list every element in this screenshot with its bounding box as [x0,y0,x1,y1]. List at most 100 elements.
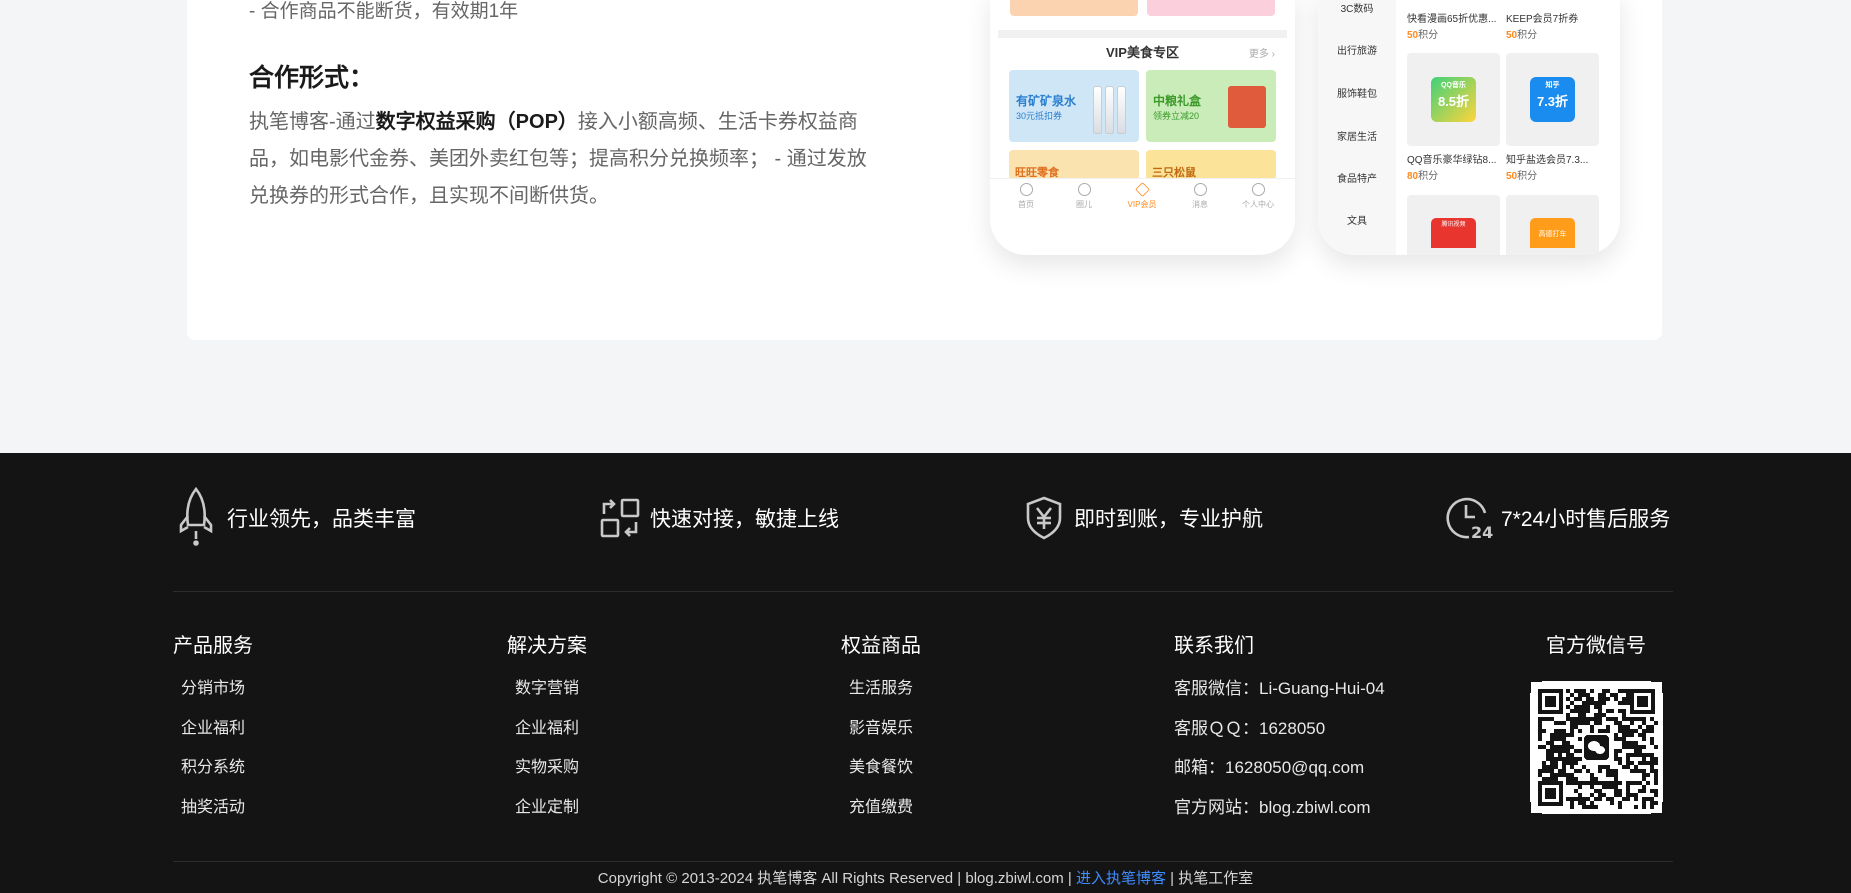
badge-label: QQ音乐 [1441,82,1466,89]
category-item[interactable]: 食品特产 [1318,170,1396,185]
footer-link[interactable]: 抽奖活动 [173,793,253,833]
contact-email[interactable]: 邮箱：1628050@qq.com [1174,753,1385,793]
column-title: 联系我们 [1174,635,1254,657]
contact-wechat: 客服微信：Li-Guang-Hui-04 [1174,679,1385,698]
footer-link[interactable]: 影音娱乐 [841,714,921,754]
tab-circle[interactable]: 圈儿 [1064,183,1104,210]
feature-item: 24 7*24小时售后服务 [1445,493,1670,543]
yuan-shield-icon [1022,494,1066,542]
category-item[interactable]: 出行旅游 [1318,42,1396,57]
footer-link[interactable]: 生活服务 [841,674,921,714]
category-item[interactable]: 文具 [1318,212,1396,227]
section-body: 执笔博客-通过数字权益采购（POP）接入小额高频、生活卡券权益商品，如电影代金券… [249,104,879,215]
feature-text: 快速对接，敏捷上线 [650,508,839,531]
promo-card-water[interactable]: 有矿矿泉水 30元抵扣券 [1009,70,1139,142]
site-footer: 行业领先，品类丰富 快速对接，敏捷上线 即时到账，专业护航 24 7*24小时售… [0,453,1851,893]
divider [998,30,1287,38]
promo-subtitle: 30元抵扣券 [1016,111,1063,121]
rocket-icon [173,485,219,551]
body-prefix: 执笔博客-通过 [249,111,376,133]
tab-home[interactable]: 首页 [1006,183,1046,210]
category-item[interactable]: 3C数码 [1318,0,1396,15]
tab-messages[interactable]: 消息 [1180,183,1220,210]
points-unit: 积分 [1517,30,1538,41]
message-icon [1193,183,1207,196]
footer-link[interactable]: 实物采购 [507,753,587,793]
promo-top-right [1147,0,1275,16]
footer-link[interactable]: 数字营销 [507,674,587,714]
goods-name: 快看漫画65折优惠... [1407,14,1497,25]
goods-card-zhihu[interactable]: 知乎 7.3折 [1506,53,1599,146]
zhihu-coupon-icon: 知乎 7.3折 [1530,77,1575,122]
promo-card-partial[interactable]: 旺旺零食 [1009,150,1139,180]
copyright: Copyright © 2013-2024 执笔博客 All Rights Re… [0,867,1851,888]
feature-item: 行业领先，品类丰富 [173,486,416,546]
footer-link[interactable]: 企业定制 [507,793,587,833]
home-icon [1019,183,1033,196]
promo-card-gift[interactable]: 中粮礼盒 领券立减20 [1146,70,1276,142]
promo-card-partial[interactable]: 三只松鼠 [1146,150,1276,180]
more-label: 更多 [1248,49,1269,60]
section-title: 合作形式： [249,64,375,92]
promo-title: 中粮礼盒 [1153,94,1202,108]
footer-link[interactable]: 企业福利 [507,714,587,754]
tab-vip[interactable]: VIP会员 [1122,182,1162,210]
svg-text:24: 24 [1471,523,1493,541]
tab-label: 个人中心 [1242,200,1274,209]
phone-mockup-mall: 3C数码 出行旅游 服饰鞋包 家居生活 食品特产 文具 快看漫画65折优惠...… [1318,0,1620,255]
sync-icon [598,496,642,540]
gift-box-image [1228,86,1266,128]
footer-link[interactable]: 企业福利 [173,714,253,754]
promo-top-left [1010,0,1138,16]
goods-points: 50积分 [1506,26,1537,41]
points-unit: 积分 [1517,171,1538,182]
category-item[interactable]: 家居生活 [1318,128,1396,143]
tab-label: 消息 [1192,200,1208,209]
profile-icon [1251,183,1265,196]
chevron-right-icon: › [1271,49,1275,60]
goods-card-partial[interactable]: 高德打车 [1506,195,1599,255]
copyright-text: Copyright © 2013-2024 执笔博客 All Rights Re… [597,870,1076,887]
goods-name: KEEP会员7折券 [1506,14,1579,25]
feature-text: 行业领先，品类丰富 [227,508,416,531]
footer-column-goods: 权益商品 生活服务 影音娱乐 美食餐饮 充值缴费 [841,629,921,832]
goods-name: QQ音乐豪华绿钻8... [1407,155,1497,166]
goods-card-partial[interactable]: 腾讯视频 [1407,195,1500,255]
goods-name: 知乎盐选会员7.3... [1506,155,1589,166]
points-value: 50 [1506,30,1518,41]
partial-goods-label: 腾讯视频 [1431,218,1476,248]
footer-link[interactable]: 分销市场 [173,674,253,714]
qq-music-coupon-icon: QQ音乐 8.5折 [1431,77,1476,122]
divider [173,861,1673,862]
column-title: 权益商品 [841,635,921,657]
feature-item: 快速对接，敏捷上线 [598,493,839,543]
contact-qq: 客服ＱＱ：1628050 [1174,718,1326,738]
enter-blog-link[interactable]: 进入执笔博客 [1076,870,1166,887]
points-unit: 积分 [1418,171,1439,182]
tab-profile[interactable]: 个人中心 [1238,183,1278,210]
footer-column-products: 产品服务 分销市场 企业福利 积分系统 抽奖活动 [173,629,253,832]
bottom-tab-bar: 首页 圈儿 VIP会员 消息 个人中心 [990,178,1295,218]
goods-points: 50积分 [1506,167,1537,182]
bottle-image [1117,86,1126,134]
feature-text: 7*24小时售后服务 [1501,508,1671,531]
contact-website[interactable]: 官方网站：blog.zbiwl.com [1174,793,1385,833]
category-item[interactable]: 服饰鞋包 [1318,85,1396,100]
promo-subtitle: 领券立减20 [1153,111,1200,121]
bottle-image [1105,86,1114,134]
footer-column-solutions: 解决方案 数字营销 企业福利 实物采购 企业定制 [507,629,587,832]
goods-points: 50积分 [1407,26,1438,41]
copyright-suffix: | 执笔工作室 [1166,870,1254,887]
badge-value: 7.3折 [1536,94,1569,109]
footer-link[interactable]: 积分系统 [173,753,253,793]
tab-label: VIP会员 [1127,200,1157,209]
points-value: 50 [1407,30,1419,41]
footer-link[interactable]: 充值缴费 [841,793,921,833]
badge-value: 8.5折 [1437,94,1470,109]
points-value: 80 [1407,171,1419,182]
footer-link[interactable]: 美食餐饮 [841,753,921,793]
circle-icon [1077,183,1091,196]
goods-card-qq-music[interactable]: QQ音乐 8.5折 [1407,53,1500,146]
points-unit: 积分 [1418,30,1439,41]
more-link[interactable]: 更多 › [1249,45,1275,60]
